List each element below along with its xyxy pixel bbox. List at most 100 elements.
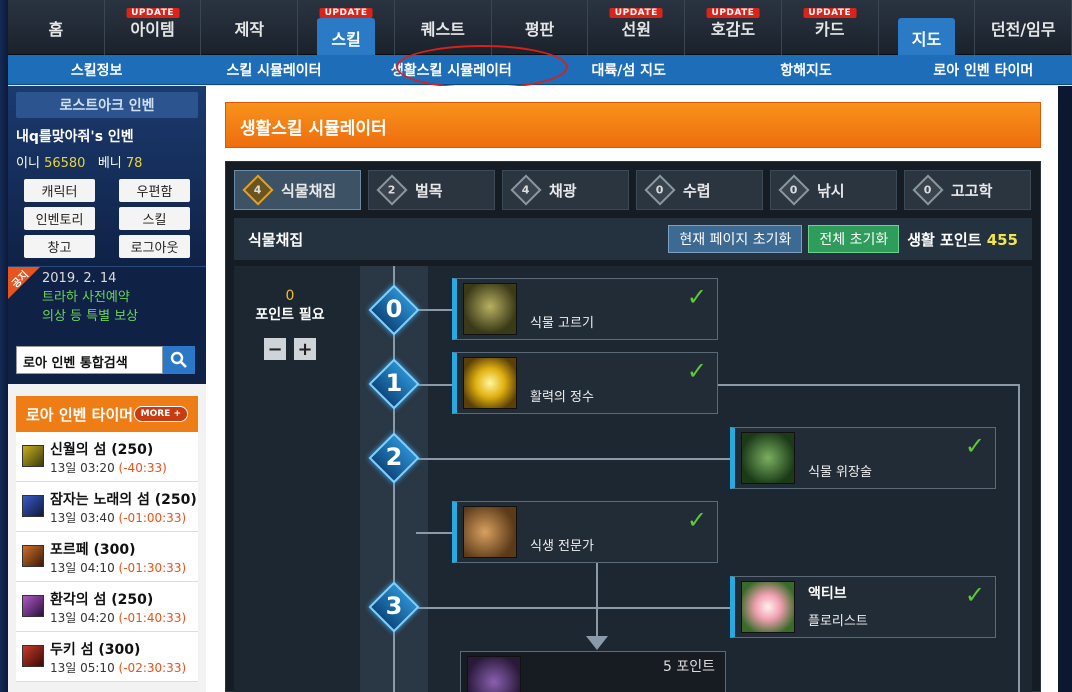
skill-icon [463, 506, 517, 558]
tab-count: 0 [924, 183, 932, 197]
subnav-timer[interactable]: 로아 인벤 타이머 [895, 55, 1072, 84]
timer-clock: 13일 04:10 [50, 561, 115, 575]
timer-row[interactable]: 환각의 섬 (250) 13일 04:20 (-01:40:33) [16, 582, 198, 632]
tab-mining[interactable]: 4 채광 [502, 170, 629, 210]
nav-card[interactable]: UPDATE 카드 [782, 0, 879, 55]
nav-dungeon[interactable]: 던전/임무 [975, 0, 1072, 55]
profile-name[interactable]: 내q를맞아줘's 인벤 [16, 126, 198, 146]
tab-label: 식물채집 [281, 181, 337, 200]
level-diamond-icon: 2 [376, 174, 408, 206]
nav-affinity[interactable]: UPDATE 호감도 [685, 0, 782, 55]
nav-item[interactable]: UPDATE 아이템 [105, 0, 202, 55]
connector-line [718, 384, 1020, 386]
tab-archaeology[interactable]: 0 고고학 [904, 170, 1031, 210]
minus-button[interactable]: − [264, 338, 286, 360]
tab-hunting[interactable]: 0 수렵 [636, 170, 763, 210]
skill-button[interactable]: 스킬 [119, 207, 190, 230]
nav-label: 지도 [897, 17, 956, 56]
timer-name: 환각의 섬 (250) [50, 592, 154, 608]
tab-label: 채광 [549, 181, 577, 200]
profile-box: 로스트아크 인벤 내q를맞아줘's 인벤 이니 56580 베니 78 캐릭터 … [8, 86, 206, 266]
points-value: 455 [986, 230, 1018, 249]
beni-label: 베니 [97, 156, 122, 171]
tab-label: 수렵 [683, 181, 711, 200]
check-icon: ✓ [964, 581, 985, 609]
check-icon: ✓ [686, 283, 707, 311]
more-button[interactable]: MORE + [133, 406, 188, 422]
timer-title: 로아 인벤 타이머 [26, 405, 134, 424]
nav-reputation[interactable]: 평판 [492, 0, 589, 55]
tab-logging[interactable]: 2 벌목 [368, 170, 495, 210]
subnav-skill-simulator[interactable]: 스킬 시뮬레이터 [185, 55, 362, 84]
connector-line [416, 607, 734, 609]
timer-row[interactable]: 포르페 (300) 13일 04:10 (-01:30:33) [16, 532, 198, 582]
search-button[interactable] [163, 346, 195, 374]
points-needed-value: 0 [285, 288, 295, 304]
profile-title: 로스트아크 인벤 [16, 92, 198, 118]
skill-card[interactable]: 식물 위장술 ✓ [730, 427, 996, 489]
reset-page-button[interactable]: 현재 페이지 초기화 [668, 225, 803, 253]
nav-label: 아이템 [130, 19, 175, 39]
subnav-life-skill-simulator[interactable]: 생활스킬 시뮬레이터 [363, 55, 540, 84]
nav-skill[interactable]: UPDATE 스킬 [298, 0, 395, 56]
nav-label: 제작 [234, 19, 265, 39]
tab-count: 4 [254, 183, 262, 197]
search-input[interactable]: 로아 인벤 통합검색 [16, 346, 163, 374]
logout-button[interactable]: 로그아웃 [119, 235, 190, 258]
update-badge: UPDATE [803, 8, 857, 18]
island-icon [22, 545, 44, 567]
update-badge: UPDATE [126, 8, 180, 18]
skill-name: 식생 전문가 [530, 539, 594, 554]
sub-navigation: 스킬정보 스킬 시뮬레이터 생활스킬 시뮬레이터 대륙/섬 지도 항해지도 로아… [8, 55, 1072, 85]
check-icon: ✓ [686, 357, 707, 385]
level-marker: 1 [368, 358, 420, 410]
island-icon [22, 645, 44, 667]
inventory-button[interactable]: 인벤토리 [24, 207, 95, 230]
beni-value: 78 [125, 156, 143, 171]
subnav-skill-info[interactable]: 스킬정보 [8, 55, 185, 84]
level-marker: 2 [368, 432, 420, 484]
mailbox-button[interactable]: 우편함 [119, 179, 190, 202]
timer-name: 신월의 섬 (250) [50, 442, 154, 458]
skill-card[interactable]: 5 포인트 [460, 651, 726, 692]
tab-fishing[interactable]: 0 낚시 [770, 170, 897, 210]
nav-home[interactable]: 홈 [8, 0, 105, 55]
skill-card[interactable]: 식물 고르기 ✓ [452, 278, 718, 340]
notice-box[interactable]: 공지 2019. 2. 14 트라하 사전예약 의상 등 특별 보상 [8, 266, 206, 336]
check-icon: ✓ [964, 432, 985, 460]
nav-quest[interactable]: 퀘스트 [395, 0, 492, 55]
skill-card[interactable]: 활력의 정수 ✓ [452, 352, 718, 414]
down-arrow-icon [586, 636, 608, 650]
subnav-sailing-map[interactable]: 항해지도 [717, 55, 894, 84]
skill-icon [463, 357, 517, 409]
connector-line [416, 532, 456, 534]
connector-line [1018, 384, 1020, 692]
timer-time: 13일 04:10 (-01:30:33) [50, 559, 186, 576]
nav-craft[interactable]: 제작 [201, 0, 299, 55]
subnav-continent-map[interactable]: 대륙/섬 지도 [540, 55, 717, 84]
profile-stats: 이니 56580 베니 78 [16, 152, 198, 171]
nav-map[interactable]: 지도 [879, 0, 976, 56]
character-button[interactable]: 캐릭터 [24, 179, 95, 202]
nav-crew[interactable]: UPDATE 선원 [588, 0, 686, 55]
storage-button[interactable]: 창고 [24, 235, 95, 258]
level-diamond-icon: 4 [242, 174, 274, 206]
skill-name: 식물 위장술 [808, 465, 872, 480]
timer-remain: (-01:40:33) [118, 611, 187, 625]
timer-remain: (-01:30:33) [118, 561, 187, 575]
skill-card[interactable]: 액티브 플로리스트 ✓ [730, 576, 996, 638]
notice-line1: 트라하 사전예약 [42, 290, 130, 305]
reset-all-button[interactable]: 전체 초기화 [808, 225, 900, 253]
timer-row[interactable]: 잠자는 노래의 섬 (250) 13일 03:40 (-01:00:33) [16, 482, 198, 532]
level-number: 0 [385, 295, 403, 323]
timer-row[interactable]: 신월의 섬 (250) 13일 03:20 (-40:33) [16, 432, 198, 482]
skill-card[interactable]: 식생 전문가 ✓ [452, 501, 718, 563]
timer-clock: 13일 05:10 [50, 661, 115, 675]
level-diamond-icon: 4 [510, 174, 542, 206]
level-diamond-icon: 0 [778, 174, 810, 206]
plus-button[interactable]: + [294, 338, 316, 360]
tab-plant-gathering[interactable]: 4 식물채집 [234, 170, 361, 210]
timer-time: 13일 04:20 (-01:40:33) [50, 609, 186, 626]
timer-row[interactable]: 두키 섬 (300) 13일 05:10 (-02:30:33) [16, 632, 198, 682]
points-label: 생활 포인트 [907, 230, 982, 249]
